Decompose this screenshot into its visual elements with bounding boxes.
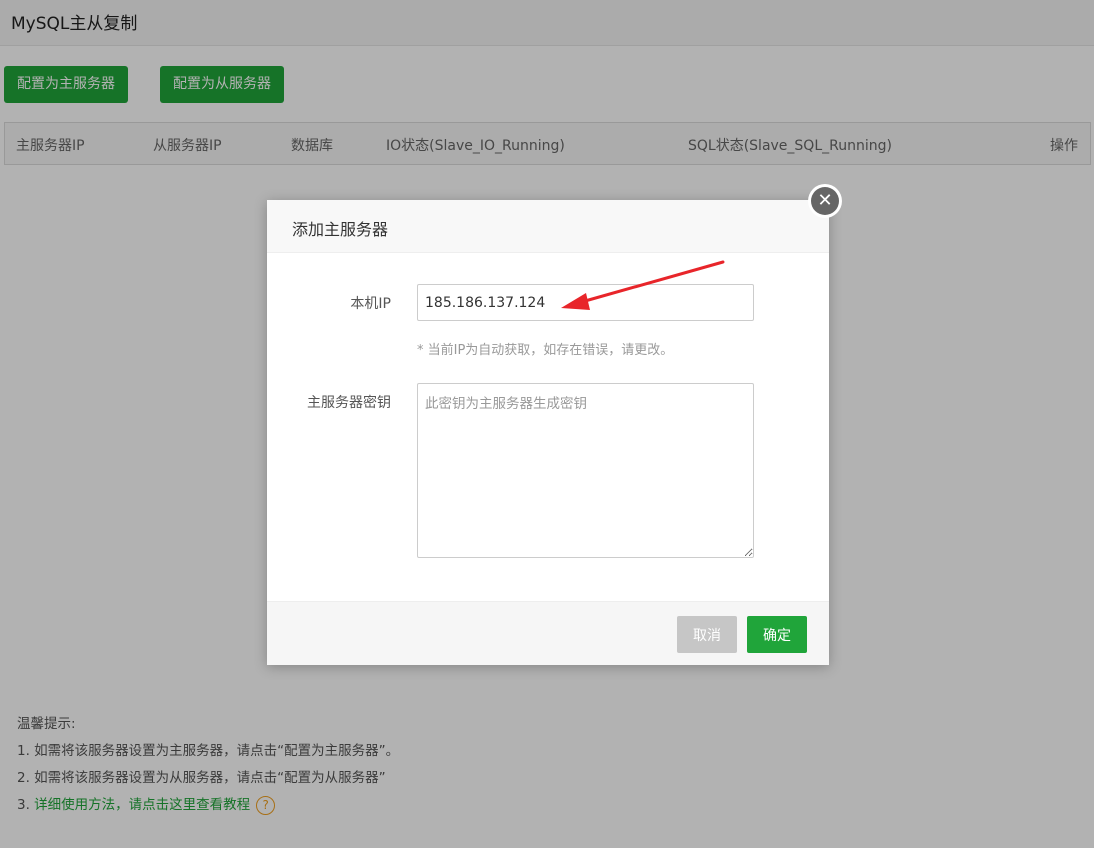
- add-master-dialog: 添加主服务器 ✕ 本机IP * 当前IP为自动获取，如存在错误，请更改。 主服务…: [267, 184, 842, 665]
- dialog-title: 添加主服务器: [292, 220, 389, 239]
- local-ip-label: 本机IP: [350, 296, 391, 312]
- master-key-textarea[interactable]: [417, 383, 754, 558]
- master-key-label: 主服务器密钥: [307, 395, 391, 411]
- close-button[interactable]: ✕: [808, 184, 842, 218]
- close-icon: ✕: [811, 187, 839, 215]
- dialog-header: 添加主服务器: [267, 200, 829, 253]
- dialog-footer: 取消 确定: [267, 601, 829, 665]
- ip-hint: * 当前IP为自动获取，如存在错误，请更改。: [417, 343, 674, 358]
- local-ip-input[interactable]: [417, 284, 754, 321]
- cancel-button[interactable]: 取消: [677, 616, 737, 653]
- confirm-button[interactable]: 确定: [747, 616, 807, 653]
